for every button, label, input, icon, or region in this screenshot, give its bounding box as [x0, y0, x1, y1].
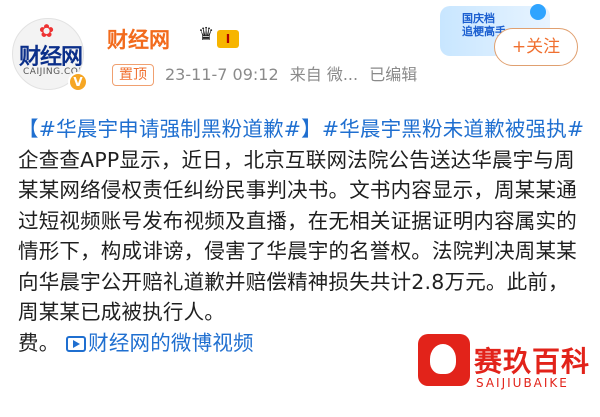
verified-badge-icon: V	[68, 72, 88, 92]
hashtag-link[interactable]: 【#华晨宇申请强制黑粉道歉#】	[18, 117, 322, 141]
post-timestamp: 23-11-7 09:12	[165, 65, 279, 84]
post-source[interactable]: 来自 微...	[290, 65, 358, 84]
watermark-subtitle: SAIJIUBAIKE	[476, 376, 569, 390]
watermark-title: 赛玖百科	[474, 345, 591, 378]
follow-button[interactable]: +关注	[494, 28, 578, 66]
level-badge: I	[217, 30, 239, 48]
edited-label[interactable]: 已编辑	[369, 65, 417, 84]
post-text: 企查查APP显示，近日，北京互联网法院公告送达华晨宇与周某某网络侵权责任纠纷民事…	[18, 147, 577, 325]
account-name[interactable]: 财经网	[107, 24, 170, 54]
video-link-label: 财经网的微博视频	[88, 330, 254, 355]
post-text-tail: 费。	[18, 330, 60, 355]
sticker-text-line1: 国庆档	[462, 12, 495, 25]
watermark-whale-icon	[418, 334, 470, 386]
post-header: ✿ 财经网 CAIJING.COM V 财经网 ♛ I 置顶 23-11-7 0…	[0, 0, 600, 100]
hashtag-link[interactable]: #华晨宇黑粉未道歉被强执#	[322, 117, 584, 141]
video-icon	[66, 335, 87, 352]
post-meta: 23-11-7 09:12 来自 微... 已编辑	[165, 64, 423, 86]
video-link[interactable]: 财经网的微博视频	[66, 331, 254, 355]
post-body: 【#华晨宇申请强制黑粉道歉#】#华晨宇黑粉未道歉被强执# 企查查APP显示，近日，…	[18, 114, 588, 358]
sticker-ball-icon	[530, 4, 546, 20]
pinned-tag: 置顶	[112, 64, 154, 86]
watermark-logo: 赛玖百科 SAIJIUBAIKE	[418, 330, 600, 417]
